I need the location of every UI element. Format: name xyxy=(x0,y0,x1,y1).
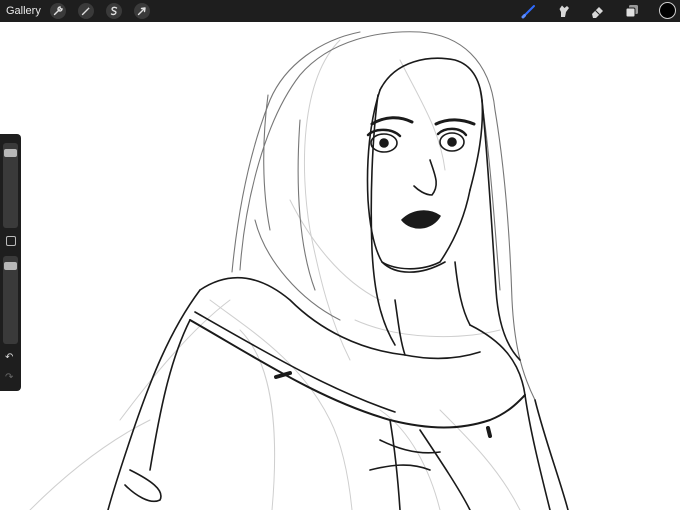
hair-inner-right xyxy=(481,99,521,361)
brush-size-thumb[interactable] xyxy=(4,149,17,157)
hair-stroke xyxy=(254,219,341,321)
layers-icon[interactable] xyxy=(624,3,640,19)
neck-right xyxy=(454,261,471,326)
left-sidebar: ↶ ↷ xyxy=(0,134,21,391)
brush-size-slider[interactable] xyxy=(3,143,18,228)
undo-icon[interactable]: ↶ xyxy=(5,352,13,363)
eraser-icon[interactable] xyxy=(590,3,606,19)
right-eyelash xyxy=(436,127,468,137)
left-eyelash xyxy=(366,128,402,138)
mouth xyxy=(401,210,441,229)
dress-fold-2 xyxy=(419,429,471,511)
construction-line xyxy=(354,319,501,338)
opacity-slider[interactable] xyxy=(3,256,18,344)
right-eyebrow xyxy=(434,118,476,126)
wrench-icon[interactable] xyxy=(50,3,66,19)
smudge-icon[interactable] xyxy=(556,3,572,19)
gallery-button[interactable]: Gallery xyxy=(6,5,41,17)
right-pupil xyxy=(447,137,457,147)
neckline-inner xyxy=(194,311,396,413)
hand xyxy=(124,469,162,503)
construction-line xyxy=(239,329,276,511)
opacity-thumb[interactable] xyxy=(4,262,17,270)
hair-stroke xyxy=(231,31,361,273)
face-outline xyxy=(366,89,471,270)
top-toolbar: Gallery xyxy=(0,0,680,22)
construction-line xyxy=(399,59,446,171)
redo-icon[interactable]: ↷ xyxy=(5,372,13,383)
drawing-canvas[interactable] xyxy=(0,22,680,511)
neck-left xyxy=(394,299,406,356)
construction-line xyxy=(439,409,521,511)
left-eyebrow xyxy=(370,116,414,126)
color-swatch[interactable] xyxy=(659,2,676,19)
magic-wand-icon[interactable] xyxy=(78,3,94,19)
collarbone xyxy=(404,351,481,360)
construction-line xyxy=(303,39,351,361)
construction-line xyxy=(289,199,381,301)
hair-part xyxy=(379,57,484,191)
hair-stroke xyxy=(494,109,536,401)
transform-icon[interactable] xyxy=(134,3,150,19)
left-pupil xyxy=(379,138,389,148)
arm-left xyxy=(107,289,201,511)
square-icon[interactable] xyxy=(6,236,16,246)
brush-icon[interactable] xyxy=(521,3,537,19)
hair-inner-left xyxy=(370,94,396,346)
dress-fold-4 xyxy=(369,464,431,471)
shading-dot xyxy=(486,426,492,438)
neckline xyxy=(189,319,526,429)
construction-line xyxy=(119,299,231,421)
body-right-outer xyxy=(534,399,569,511)
selection-icon[interactable] xyxy=(106,3,122,19)
nose xyxy=(413,159,437,196)
shoulder-right xyxy=(469,324,526,396)
